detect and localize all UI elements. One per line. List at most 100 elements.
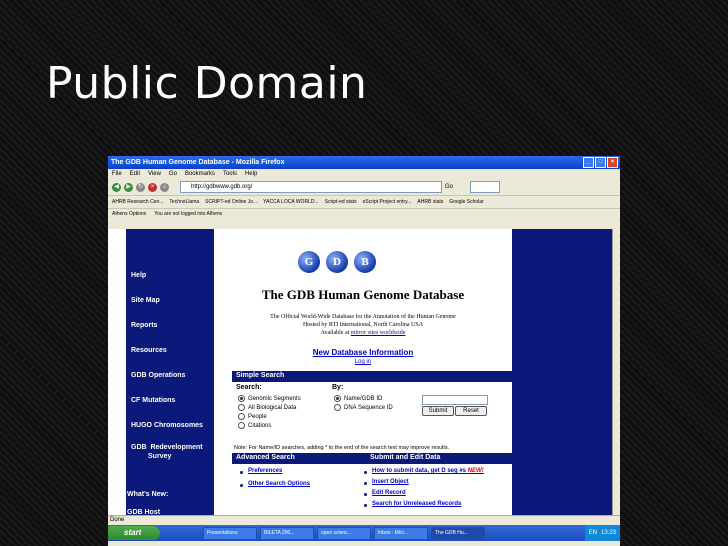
navigation-toolbar: ◀ ▶ ↻ × ⌂ http://gdbwww.gdb.org/ Go bbox=[108, 179, 620, 195]
preferences-link[interactable]: Preferences bbox=[248, 468, 282, 474]
simple-search-header: Simple Search bbox=[232, 371, 512, 382]
available-prefix: Available at bbox=[320, 330, 350, 336]
bookmark-item[interactable]: eScript Project entry... bbox=[363, 199, 412, 205]
bookmark-item[interactable]: AHRB stats bbox=[417, 199, 443, 205]
window-title: The GDB Human Genome Database - Mozilla … bbox=[111, 159, 285, 166]
page-content: Help Site Map Reports Resources GDB Oper… bbox=[108, 229, 620, 516]
nav-survey[interactable]: Survey bbox=[148, 453, 171, 460]
task-gdb[interactable]: The GDB Hu... bbox=[431, 526, 485, 540]
gdb-main: G D B The GDB Human Genome Database The … bbox=[214, 229, 512, 515]
radio-genomic-segments[interactable]: Genomic Segments bbox=[238, 395, 301, 402]
athens-options-button[interactable]: Athens Options bbox=[112, 211, 146, 217]
search-note: Note: For Name/ID searches, adding * to … bbox=[234, 445, 450, 451]
bookmark-item[interactable]: YACCA LOCA WORLD... bbox=[263, 199, 318, 205]
home-icon[interactable]: ⌂ bbox=[160, 182, 169, 192]
bookmark-item[interactable]: TechnoLlama bbox=[169, 199, 199, 205]
forward-icon[interactable]: ▶ bbox=[124, 182, 133, 192]
nav-resources[interactable]: Resources bbox=[131, 347, 167, 354]
clock: 13:23 bbox=[600, 530, 616, 536]
search-input[interactable] bbox=[470, 181, 501, 193]
bookmark-item[interactable]: Script-ed stats bbox=[325, 199, 357, 205]
page-title: The GDB Human Genome Database bbox=[261, 287, 465, 302]
task-inbox[interactable]: Inbox - Micr... bbox=[374, 526, 428, 540]
radio-people[interactable]: People bbox=[238, 413, 267, 420]
nav-hugo-chromosomes[interactable]: HUGO Chromosomes bbox=[131, 422, 203, 429]
nav-help[interactable]: Help bbox=[131, 272, 146, 279]
how-to-submit-link[interactable]: How to submit data, get D seg #s NEW! bbox=[372, 468, 484, 474]
status-bar: Done bbox=[108, 515, 620, 525]
submit-edit-title: Submit and Edit Data bbox=[370, 454, 441, 461]
whats-new-heading: What's New: bbox=[127, 491, 169, 498]
close-icon[interactable]: × bbox=[607, 157, 618, 168]
bullet-icon bbox=[364, 493, 367, 496]
gdb-hosted: Hosted by RTI International, North Carol… bbox=[302, 322, 424, 328]
logo-b: B bbox=[354, 251, 376, 273]
bookmarks-toolbar: AHRB Research Cen... TechnoLlama SCRIPT-… bbox=[108, 195, 620, 208]
bullet-icon bbox=[364, 504, 367, 507]
minimize-icon[interactable]: _ bbox=[583, 157, 594, 168]
gdb-subtitle: The Official World-Wide Database for the… bbox=[270, 314, 456, 320]
reset-button[interactable]: Reset bbox=[455, 406, 487, 416]
menu-edit[interactable]: Edit bbox=[130, 171, 140, 177]
slide-title: Public Domain bbox=[46, 58, 368, 109]
submit-button[interactable]: Submit bbox=[422, 406, 454, 416]
bullet-icon bbox=[364, 471, 367, 474]
bookmark-item[interactable]: SCRIPT-ed Online Jo... bbox=[205, 199, 257, 205]
bookmark-item[interactable]: Google Scholar bbox=[449, 199, 483, 205]
bookmark-item[interactable]: AHRB Research Cen... bbox=[112, 199, 163, 205]
edit-record-link[interactable]: Edit Record bbox=[372, 490, 406, 496]
menu-help[interactable]: Help bbox=[245, 171, 257, 177]
insert-object-link[interactable]: Insert Object bbox=[372, 479, 409, 485]
menu-bookmarks[interactable]: Bookmarks bbox=[185, 171, 215, 177]
other-search-options-link[interactable]: Other Search Options bbox=[248, 481, 310, 487]
nav-site-map[interactable]: Site Map bbox=[131, 297, 160, 304]
logo-g: G bbox=[298, 251, 320, 273]
radio-all-biological-data[interactable]: All Biological Data bbox=[238, 404, 296, 411]
menu-view[interactable]: View bbox=[148, 171, 161, 177]
logo-d: D bbox=[326, 251, 348, 273]
scrollbar[interactable] bbox=[612, 229, 620, 515]
menu-go[interactable]: Go bbox=[169, 171, 177, 177]
back-icon[interactable]: ◀ bbox=[112, 182, 121, 192]
stop-icon[interactable]: × bbox=[148, 182, 157, 192]
new-badge: NEW! bbox=[467, 468, 484, 474]
bullet-icon bbox=[364, 482, 367, 485]
mirror-sites-link[interactable]: mirror sites worldwide bbox=[351, 330, 406, 336]
start-button[interactable]: start bbox=[108, 526, 160, 540]
nav-cf-mutations[interactable]: CF Mutations bbox=[131, 397, 175, 404]
search-text-input[interactable] bbox=[422, 395, 488, 405]
nav-reports[interactable]: Reports bbox=[131, 322, 157, 329]
radio-citations[interactable]: Citations bbox=[238, 422, 271, 429]
go-button[interactable]: Go bbox=[445, 184, 453, 190]
gdb-available: Available at mirror sites worldwide bbox=[214, 330, 512, 336]
search-edit-header: Advanced Search Submit and Edit Data bbox=[232, 453, 512, 464]
bullet-icon bbox=[240, 471, 243, 474]
menu-bar: File Edit View Go Bookmarks Tools Help bbox=[108, 169, 620, 179]
reload-icon[interactable]: ↻ bbox=[136, 182, 145, 192]
athens-toolbar: Athens Options You are not logged into A… bbox=[108, 208, 620, 219]
gdb-sidebar: Help Site Map Reports Resources GDB Oper… bbox=[126, 229, 214, 516]
by-label: By: bbox=[332, 384, 344, 391]
task-presentations[interactable]: Presentations bbox=[203, 526, 257, 540]
language-indicator[interactable]: EN bbox=[589, 530, 597, 536]
task-open-science[interactable]: open scienc... bbox=[317, 526, 371, 540]
athens-status: You are not logged into Athens bbox=[154, 211, 223, 217]
login-link[interactable]: Log in bbox=[214, 359, 512, 365]
advanced-search-title: Advanced Search bbox=[236, 454, 295, 461]
nav-gdb-operations[interactable]: GDB Operations bbox=[131, 372, 185, 379]
radio-name-gdb-id[interactable]: Name/GDB ID bbox=[334, 395, 382, 402]
menu-tools[interactable]: Tools bbox=[223, 171, 237, 177]
task-bileta[interactable]: BILETA 200... bbox=[260, 526, 314, 540]
search-label: Search: bbox=[236, 384, 262, 391]
simple-search-title: Simple Search bbox=[236, 372, 285, 379]
radio-dna-sequence-id[interactable]: DNA Sequence ID bbox=[334, 404, 393, 411]
system-tray: EN 13:23 bbox=[584, 525, 620, 541]
url-bar[interactable]: http://gdbwww.gdb.org/ bbox=[180, 181, 442, 193]
unreleased-records-link[interactable]: Search for Unreleased Records bbox=[372, 501, 461, 507]
menu-file[interactable]: File bbox=[112, 171, 122, 177]
maximize-icon[interactable]: □ bbox=[595, 157, 606, 168]
taskbar: start Presentations BILETA 200... open s… bbox=[108, 525, 620, 541]
nav-gdb-redevelopment[interactable]: GDB Redevelopment bbox=[131, 444, 203, 451]
browser-window: The GDB Human Genome Database - Mozilla … bbox=[108, 156, 620, 546]
new-database-info-link[interactable]: New Database Information bbox=[214, 348, 512, 357]
